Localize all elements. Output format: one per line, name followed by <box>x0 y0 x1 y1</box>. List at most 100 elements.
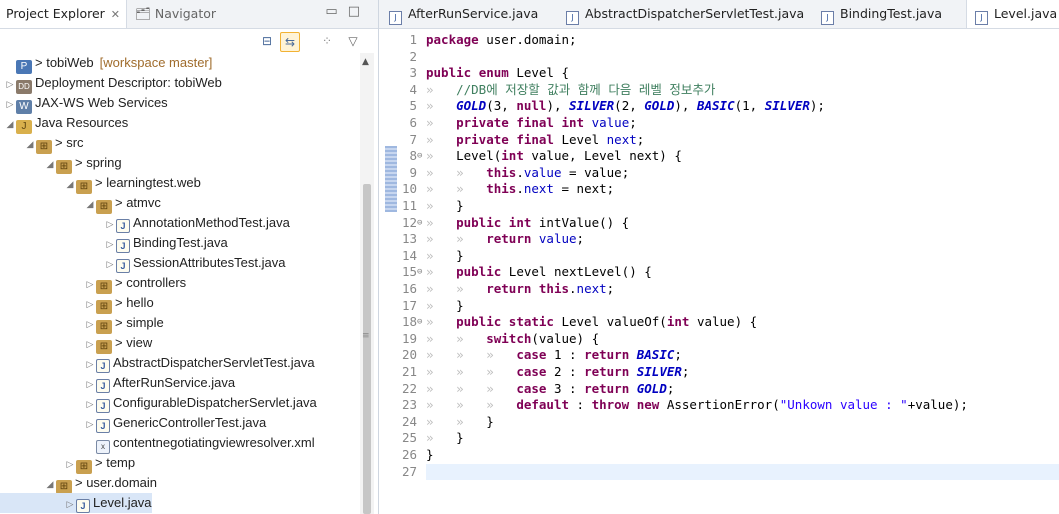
tree-item[interactable]: ◢ J Java Resources <box>0 113 128 134</box>
code-line[interactable]: » public static Level valueOf(int value)… <box>426 314 757 331</box>
code-editor[interactable]: 1 package user.domain; 2 3 public enum Level… <box>379 30 1059 514</box>
collapsed-twisty-icon[interactable]: ▷ <box>84 274 96 294</box>
collapsed-twisty-icon[interactable]: ▷ <box>84 394 96 414</box>
collapsed-twisty-icon[interactable]: ▷ <box>64 494 76 514</box>
code-line[interactable]: } <box>426 447 434 464</box>
tree-item[interactable]: ▷ ⊞ > hello <box>0 293 154 314</box>
code-line[interactable]: » » switch(value) { <box>426 331 599 348</box>
tab-navigator[interactable]: 🗂 Navigator <box>135 0 216 28</box>
collapsed-twisty-icon[interactable]: ▷ <box>4 74 16 94</box>
project-icon: P <box>16 60 32 74</box>
collapse-all-icon[interactable]: ⊟ <box>258 32 276 50</box>
minimize-icon[interactable]: ▭ <box>325 4 347 19</box>
code-line[interactable]: » //DB에 저장할 값과 함께 다음 레벨 정보추가 <box>426 82 715 99</box>
collapsed-twisty-icon[interactable]: ▷ <box>104 254 116 274</box>
code-line[interactable]: » » return value; <box>426 231 584 248</box>
tree-item[interactable]: x contentnegotiatingviewresolver.xml <box>0 433 315 454</box>
collapsed-twisty-icon[interactable]: ▷ <box>104 214 116 234</box>
scroll-thumb[interactable] <box>363 184 371 514</box>
line-number: 17 <box>401 297 417 313</box>
tree-item[interactable]: ▷ J AbstractDispatcherServletTest.java <box>0 353 315 373</box>
tree-item[interactable]: ▷ J ConfigurableDispatcherServlet.java <box>0 393 317 413</box>
collapsed-twisty-icon[interactable]: ▷ <box>64 454 76 474</box>
expanded-twisty-icon[interactable]: ◢ <box>24 134 36 154</box>
collapsed-twisty-icon[interactable]: ▷ <box>4 94 16 114</box>
code-line[interactable]: » » this.value = value; <box>426 165 629 182</box>
collapsed-twisty-icon[interactable]: ▷ <box>84 334 96 354</box>
tree-item[interactable]: ▷ ⊞ > controllers <box>0 273 187 294</box>
editor-tab-abstractdispatcherservlettest[interactable]: J AbstractDispatcherServletTest.java <box>566 0 804 28</box>
java-file-icon: J <box>96 359 110 373</box>
code-line[interactable]: public enum Level { <box>426 65 569 82</box>
tree-item[interactable]: ◢ ⊞ > learningtest.web <box>0 173 201 194</box>
code-line[interactable]: » » » default : throw new AssertionError… <box>426 397 968 414</box>
tree-item[interactable]: ▷ J AnnotationMethodTest.java <box>0 213 290 233</box>
tree-item[interactable]: ▷ W JAX-WS Web Services <box>0 93 168 114</box>
editor-tab-level[interactable]: J Level.java <box>966 0 1059 28</box>
code-line[interactable]: » GOLD(3, null), SILVER(2, GOLD), BASIC(… <box>426 98 825 115</box>
tree-item-label: > controllers <box>115 275 187 290</box>
code-line[interactable]: » private final int value; <box>426 115 637 132</box>
code-line[interactable]: package user.domain; <box>426 32 577 49</box>
tree-item[interactable]: ◢ ⊞ > user.domain <box>0 473 157 494</box>
code-line[interactable]: » private final Level next; <box>426 132 644 149</box>
tree-item[interactable]: ◢ ⊞ > atmvc <box>0 193 161 214</box>
code-line[interactable]: » » » case 2 : return SILVER; <box>426 364 689 381</box>
tree-item[interactable]: ▷ ⊞ > view <box>0 333 152 354</box>
tree-item[interactable]: ▷ J AfterRunService.java <box>0 373 235 393</box>
expanded-twisty-icon[interactable]: ◢ <box>44 154 56 174</box>
editor-tab-afterrunservice[interactable]: J AfterRunService.java <box>389 0 538 28</box>
code-line[interactable]: » » return this.next; <box>426 281 614 298</box>
tree-item[interactable]: ▷ ⊞ > temp <box>0 453 135 474</box>
collapsed-twisty-icon[interactable]: ▷ <box>84 294 96 314</box>
close-icon[interactable]: ✕ <box>111 8 120 21</box>
expanded-twisty-icon[interactable]: ◢ <box>4 114 16 134</box>
code-line[interactable]: » » » case 3 : return GOLD; <box>426 381 674 398</box>
code-line[interactable]: » » } <box>426 414 494 431</box>
code-line[interactable]: » } <box>426 248 464 265</box>
scroll-up-icon[interactable]: ▲ <box>362 57 369 67</box>
maximize-icon[interactable]: □ <box>348 4 370 19</box>
code-line[interactable]: » public int intValue() { <box>426 215 629 232</box>
tree-scrollbar[interactable]: ▲ ≡ <box>360 53 374 514</box>
code-line[interactable]: » Level(int value, Level next) { <box>426 148 682 165</box>
tree-item[interactable]: ◢ ⊞ > src <box>0 133 84 154</box>
tree-item[interactable]: ▷ J GenericControllerTest.java <box>0 413 266 433</box>
tab-label: AfterRunService.java <box>408 6 539 21</box>
collapsed-twisty-icon[interactable]: ▷ <box>84 314 96 334</box>
tree-item[interactable]: ▷ J SessionAttributesTest.java <box>0 253 285 273</box>
tab-project-explorer[interactable]: Project Explorer ✕ <box>0 0 128 28</box>
tab-label: AbstractDispatcherServletTest.java <box>585 6 805 21</box>
code-line[interactable]: » } <box>426 198 464 215</box>
tree-item[interactable]: ▷ J BindingTest.java <box>0 233 228 253</box>
package-icon: ⊞ <box>56 160 72 174</box>
expanded-twisty-icon[interactable]: ◢ <box>84 194 96 214</box>
workspace-branch-label: [workspace master] <box>99 55 213 70</box>
java-file-icon: J <box>116 219 130 233</box>
collapsed-twisty-icon[interactable]: ▷ <box>84 374 96 394</box>
tree-item[interactable]: ▷ ⊞ > simple <box>0 313 164 334</box>
code-line[interactable]: » public Level nextLevel() { <box>426 264 652 281</box>
java-file-icon: J <box>76 499 90 513</box>
code-line[interactable]: » } <box>426 298 464 315</box>
tree-item[interactable]: ▷ J Level.java <box>0 493 152 513</box>
collapsed-twisty-icon[interactable]: ▷ <box>84 354 96 374</box>
chevron-down-icon[interactable]: ▽ <box>344 32 362 50</box>
expanded-twisty-icon[interactable]: ◢ <box>44 474 56 494</box>
line-number: 8 <box>409 148 417 164</box>
view-menu-icon[interactable]: ⁘ <box>318 32 336 50</box>
code-line[interactable]: » } <box>426 430 464 447</box>
tree-item[interactable]: ▷ DD Deployment Descriptor: tobiWeb <box>0 73 222 94</box>
collapsed-twisty-icon[interactable]: ▷ <box>84 414 96 434</box>
line-number: 6 <box>409 115 417 130</box>
link-with-editor-icon[interactable]: ⇆ <box>280 32 300 52</box>
editor-tab-bindingtest[interactable]: J BindingTest.java <box>821 0 942 28</box>
tree-item[interactable]: P > tobiWeb [workspace master] <box>0 53 213 74</box>
code-line[interactable]: » » » case 1 : return BASIC; <box>426 347 682 364</box>
code-line[interactable]: » » this.next = next; <box>426 181 614 198</box>
xml-file-icon: x <box>96 440 110 454</box>
collapsed-twisty-icon[interactable]: ▷ <box>104 234 116 254</box>
tree-item[interactable]: ◢ ⊞ > spring <box>0 153 122 174</box>
expanded-twisty-icon[interactable]: ◢ <box>64 174 76 194</box>
tab-label: BindingTest.java <box>840 6 943 21</box>
